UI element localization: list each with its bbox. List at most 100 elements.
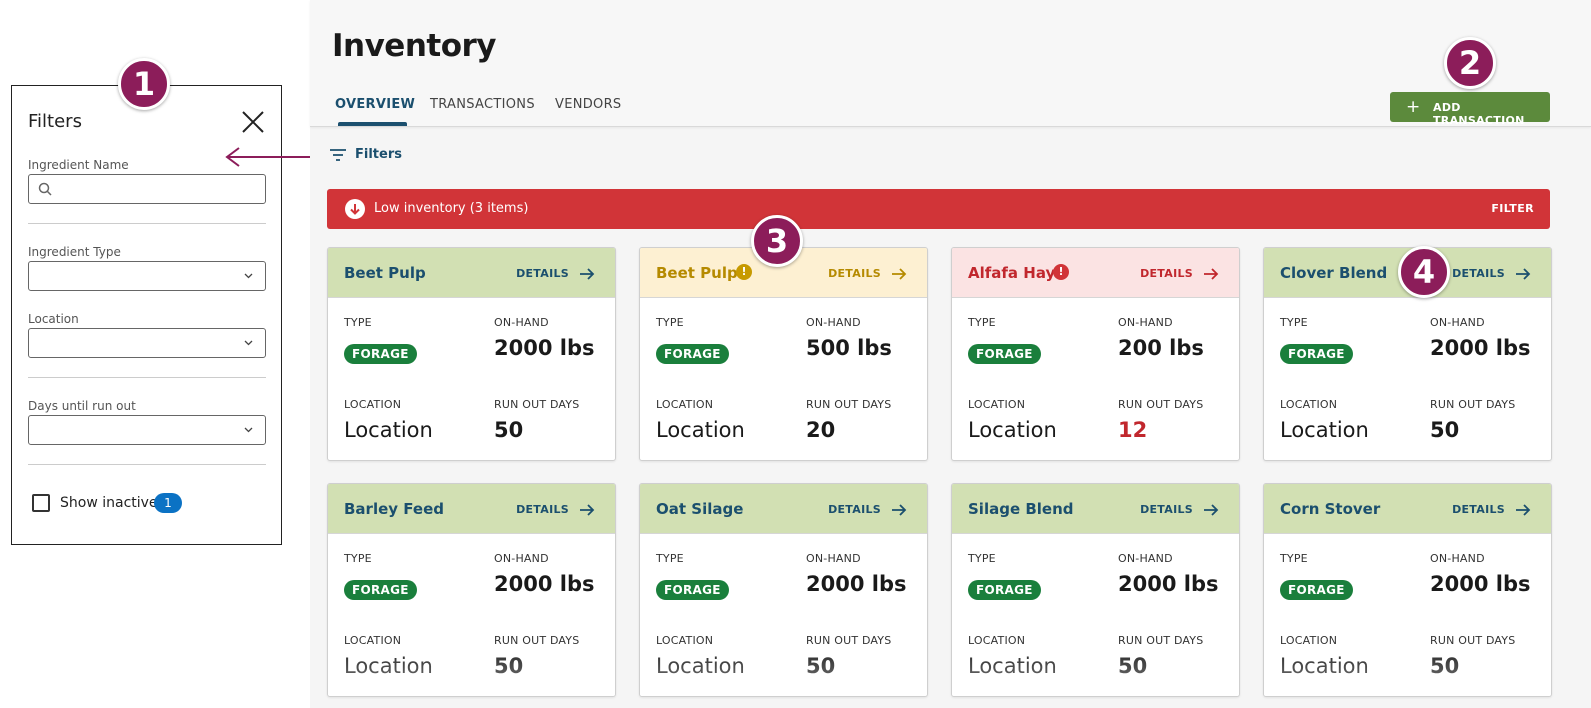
arrow-right-icon	[1516, 268, 1531, 280]
search-icon	[38, 182, 52, 196]
run-out-days-value: 50	[494, 654, 524, 678]
tab-overview[interactable]: OVERVIEW	[335, 97, 415, 112]
location-label: LOCATION	[656, 398, 714, 411]
details-label: DETAILS	[1452, 503, 1505, 516]
on-hand-label: ON-HAND	[494, 316, 549, 329]
arrow-right-icon	[580, 268, 595, 280]
arrow-right-icon	[892, 268, 907, 280]
details-label: DETAILS	[1140, 503, 1193, 516]
card-title: Corn Stover	[1280, 500, 1381, 518]
location-value: Location	[1280, 654, 1369, 678]
location-select[interactable]	[28, 328, 266, 358]
arrow-right-icon	[892, 504, 907, 516]
add-transaction-button[interactable]: + ADD TRANSACTION	[1390, 92, 1550, 127]
callout-2: 2	[1444, 37, 1496, 89]
tab-transactions[interactable]: TRANSACTIONS	[430, 97, 535, 112]
arrow-down-circle-icon	[345, 199, 365, 219]
location-label: LOCATION	[968, 634, 1026, 647]
run-out-days-label: RUN OUT DAYS	[494, 634, 580, 647]
location-label: LOCATION	[1280, 398, 1338, 411]
location-label: LOCATION	[1280, 634, 1338, 647]
on-hand-label: ON-HAND	[1430, 316, 1485, 329]
arrow-right-icon	[1516, 504, 1531, 516]
chevron-down-icon	[244, 273, 253, 279]
details-label: DETAILS	[828, 267, 881, 280]
card-title: Clover Blend	[1280, 264, 1388, 282]
run-out-days-label: RUN OUT DAYS	[1430, 634, 1516, 647]
close-icon[interactable]	[241, 110, 265, 134]
card-title: Beet Pulp	[656, 264, 738, 282]
inventory-card: Corn Stover DETAILS TYPE ON-HAND FORAGE …	[1263, 483, 1552, 697]
chevron-down-icon	[244, 427, 253, 433]
location-value: Location	[656, 418, 745, 442]
type-label: TYPE	[656, 316, 684, 329]
chevron-down-icon	[244, 340, 253, 346]
run-out-days-label: RUN OUT DAYS	[1118, 634, 1204, 647]
inventory-card: Barley Feed DETAILS TYPE ON-HAND FORAGE …	[327, 483, 616, 697]
add-transaction-label: ADD TRANSACTION	[1433, 101, 1525, 127]
tab-vendors[interactable]: VENDORS	[555, 97, 621, 112]
run-out-days-label: RUN OUT DAYS	[806, 634, 892, 647]
run-out-days-value: 20	[806, 418, 836, 442]
active-tab-indicator	[338, 122, 407, 126]
location-label: LOCATION	[968, 398, 1026, 411]
on-hand-value: 2000 lbs	[1118, 572, 1219, 596]
location-label: LOCATION	[344, 634, 402, 647]
inventory-card: Alfafa Hay ! DETAILS TYPE ON-HAND FORAGE…	[951, 247, 1240, 461]
type-tag: FORAGE	[968, 344, 1041, 364]
alert-filter-button[interactable]: FILTER	[1491, 202, 1534, 215]
callout-4: 4	[1398, 246, 1450, 298]
card-header: Beet Pulp DETAILS	[328, 248, 615, 298]
inventory-card: Oat Silage DETAILS TYPE ON-HAND FORAGE 2…	[639, 483, 928, 697]
card-header: Corn Stover DETAILS	[1264, 484, 1551, 534]
card-header: Barley Feed DETAILS	[328, 484, 615, 534]
details-label: DETAILS	[1140, 267, 1193, 280]
inventory-card: Beet Pulp DETAILS TYPE ON-HAND FORAGE 20…	[327, 247, 616, 461]
inventory-card: Silage Blend DETAILS TYPE ON-HAND FORAGE…	[951, 483, 1240, 697]
location-value: Location	[968, 418, 1057, 442]
location-value: Location	[1280, 418, 1369, 442]
type-label: TYPE	[656, 552, 684, 565]
location-label: Location	[28, 312, 79, 326]
low-inventory-alert: Low inventory (3 items) FILTER	[327, 189, 1550, 229]
ingredient-name-input[interactable]	[28, 174, 266, 204]
card-header: Silage Blend DETAILS	[952, 484, 1239, 534]
run-out-days-label: RUN OUT DAYS	[806, 398, 892, 411]
on-hand-label: ON-HAND	[1118, 316, 1173, 329]
type-label: TYPE	[344, 552, 372, 565]
details-label: DETAILS	[516, 267, 569, 280]
on-hand-label: ON-HAND	[806, 316, 861, 329]
ingredient-type-label: Ingredient Type	[28, 245, 121, 259]
type-tag: FORAGE	[656, 344, 729, 364]
type-label: TYPE	[344, 316, 372, 329]
type-label: TYPE	[1280, 316, 1308, 329]
arrow-right-icon	[580, 504, 595, 516]
on-hand-label: ON-HAND	[494, 552, 549, 565]
type-tag: FORAGE	[344, 344, 417, 364]
days-until-run-out-select[interactable]	[28, 415, 266, 445]
canvas: Filters Ingredient Name Ingredient Type …	[0, 0, 1591, 708]
details-label: DETAILS	[1452, 267, 1505, 280]
filter-lines-icon	[330, 149, 346, 161]
main-content: Inventory OVERVIEW TRANSACTIONS VENDORS …	[310, 0, 1591, 708]
page-header: Inventory OVERVIEW TRANSACTIONS VENDORS …	[310, 0, 1591, 127]
location-value: Location	[344, 654, 433, 678]
run-out-days-label: RUN OUT DAYS	[1430, 398, 1516, 411]
location-label: LOCATION	[344, 398, 402, 411]
card-header: Alfafa Hay ! DETAILS	[952, 248, 1239, 298]
run-out-days-value: 50	[806, 654, 836, 678]
card-title: Alfafa Hay	[968, 264, 1056, 282]
type-label: TYPE	[968, 552, 996, 565]
card-header: Oat Silage DETAILS	[640, 484, 927, 534]
location-value: Location	[344, 418, 433, 442]
inactive-count-badge: 1	[154, 493, 182, 513]
ingredient-type-select[interactable]	[28, 261, 266, 291]
alert-message: Low inventory (3 items)	[374, 201, 529, 216]
divider	[28, 223, 266, 224]
callout-3: 3	[751, 215, 803, 267]
type-tag: FORAGE	[968, 580, 1041, 600]
divider	[28, 464, 266, 465]
card-title: Beet Pulp	[344, 264, 426, 282]
on-hand-value: 2000 lbs	[1430, 336, 1531, 360]
show-inactive-checkbox[interactable]	[32, 494, 50, 512]
